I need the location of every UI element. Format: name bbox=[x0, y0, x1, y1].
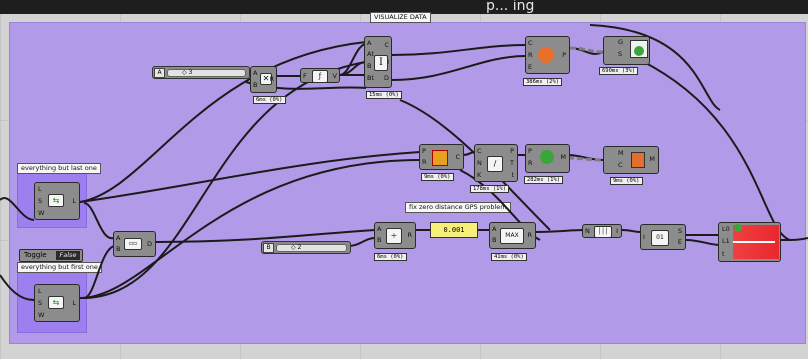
shift-list-component-2[interactable]: L S W ⇆ L bbox=[34, 284, 80, 322]
slider-b-value[interactable]: ◇ 2 bbox=[276, 244, 347, 252]
divide-timing: 6ms (0%) bbox=[374, 253, 407, 261]
pipe-component[interactable]: C R E P bbox=[525, 36, 570, 74]
curve-point-icon: ∕ bbox=[487, 156, 503, 172]
gradient-status-icon bbox=[734, 224, 742, 232]
mesh-colour-component[interactable]: M C M bbox=[603, 146, 659, 174]
max-timing: 41ms (0%) bbox=[491, 253, 527, 261]
slider-a[interactable]: A ◇ 3 bbox=[152, 66, 250, 79]
series-icon: │││ bbox=[594, 226, 612, 238]
slider-a-tag: A bbox=[154, 68, 165, 78]
circle-icon bbox=[432, 150, 448, 166]
preview-sphere-icon bbox=[634, 46, 644, 56]
evaluate-component[interactable]: F ƒ V bbox=[300, 68, 340, 83]
index-component[interactable]: I 01 S E bbox=[640, 224, 686, 250]
text-tag-timing: 15ms (0%) bbox=[366, 91, 402, 99]
maximum-component[interactable]: A B MAX R bbox=[489, 222, 536, 249]
mesh-timing: 9ms (0%) bbox=[610, 177, 643, 185]
shift-list-icon-1: ⇆ bbox=[48, 194, 64, 207]
mult-timing: 6ms (0%) bbox=[253, 96, 286, 104]
slider-a-value[interactable]: ◇ 3 bbox=[167, 69, 246, 77]
shift-list-component-1[interactable]: L S W ⇆ L bbox=[34, 182, 80, 220]
custom-preview-component[interactable]: G S bbox=[603, 36, 650, 65]
distance-icon: ▫▫ bbox=[124, 238, 142, 250]
circle-timing: 9ms (0%) bbox=[421, 173, 454, 181]
gradient-component[interactable]: L0 L1 t bbox=[718, 222, 781, 262]
wires bbox=[0, 24, 808, 301]
sphere-component[interactable]: P R M bbox=[525, 144, 570, 173]
slider-b-tag: B bbox=[263, 243, 274, 253]
shift-list-icon-2: ⇆ bbox=[48, 296, 64, 309]
multiplication-component[interactable]: A B ✕ R bbox=[250, 66, 277, 93]
divide-icon: ÷ bbox=[386, 228, 402, 244]
grasshopper-canvas[interactable]: p... ing VISUALIZE DATA everything but l… bbox=[0, 0, 808, 359]
division-component[interactable]: A B ÷ R bbox=[374, 222, 416, 249]
boolean-toggle[interactable]: Toggle False bbox=[19, 249, 83, 262]
slider-b[interactable]: B ◇ 2 bbox=[261, 241, 351, 254]
curve-timing: 178ms (1%) bbox=[470, 185, 510, 193]
sphere-timing: 282ms (1%) bbox=[524, 176, 564, 184]
index-icon: 01 bbox=[651, 230, 669, 246]
text-icon: I bbox=[374, 55, 388, 71]
distance-component[interactable]: A B ▫▫ D bbox=[113, 231, 156, 257]
curve-component[interactable]: C N K ∕ P T t bbox=[474, 144, 518, 182]
mesh-colour-icon bbox=[631, 152, 645, 168]
sphere-icon bbox=[540, 150, 554, 164]
value-panel[interactable]: 0.001 bbox=[430, 222, 478, 238]
toggle-value[interactable]: False bbox=[56, 251, 80, 260]
pipe-timing: 386ms (2%) bbox=[523, 78, 563, 86]
toggle-label: Toggle bbox=[24, 251, 47, 259]
max-icon: MAX bbox=[500, 228, 524, 244]
text-tag-component[interactable]: A At B Bt I C I D bbox=[364, 36, 392, 88]
circle-component[interactable]: P R C bbox=[419, 144, 464, 170]
segment-component[interactable]: N │││ I bbox=[582, 224, 622, 238]
function-icon: ƒ bbox=[312, 70, 328, 83]
preview-timing: 690ms (3%) bbox=[599, 67, 639, 75]
pipe-icon bbox=[538, 47, 554, 63]
gradient-grip-line bbox=[733, 241, 775, 243]
